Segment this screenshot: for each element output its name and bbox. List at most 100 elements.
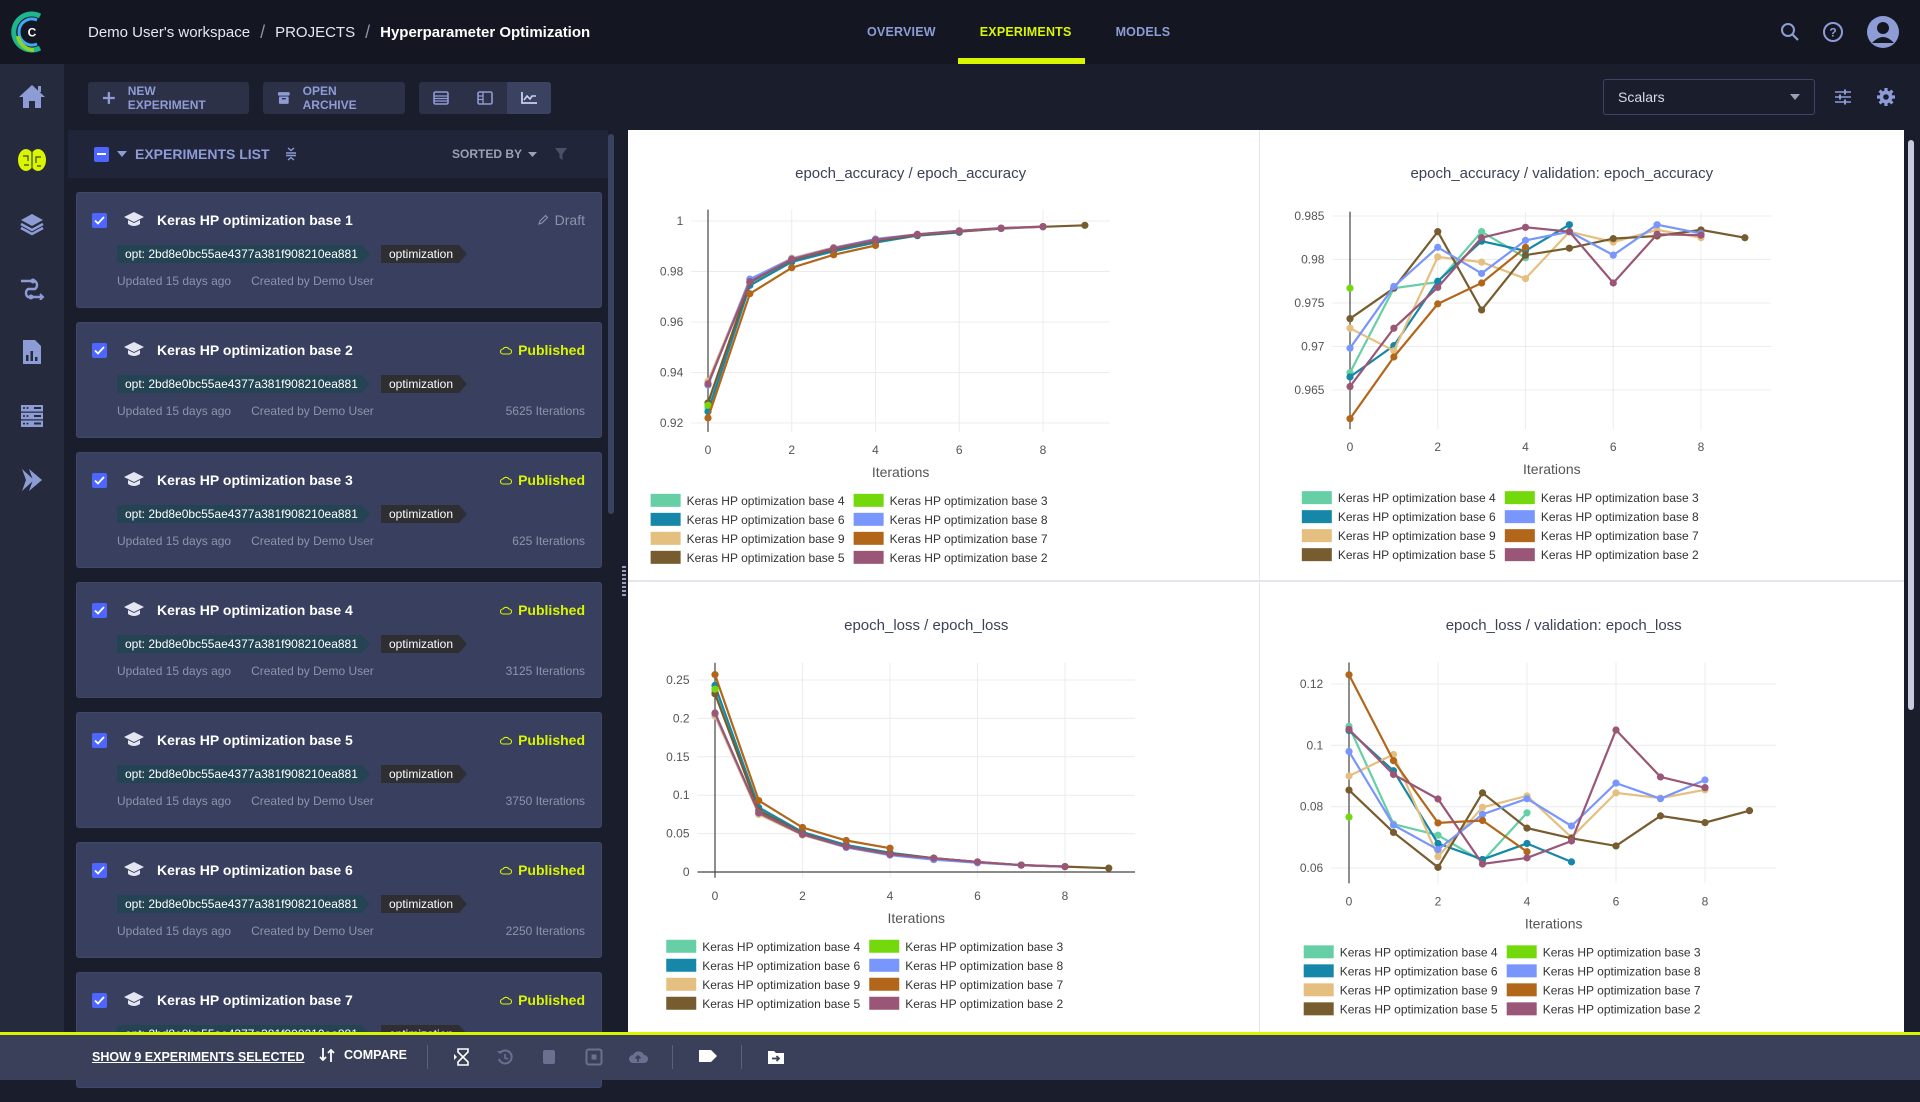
list-scrollbar[interactable] bbox=[608, 134, 614, 514]
data-point[interactable] bbox=[788, 255, 796, 263]
help-icon[interactable]: ? bbox=[1822, 21, 1844, 43]
experiment-checkbox[interactable] bbox=[92, 213, 107, 228]
data-point[interactable] bbox=[1701, 819, 1709, 827]
move-to-project-icon[interactable] bbox=[767, 1048, 785, 1066]
data-point[interactable] bbox=[1039, 222, 1047, 231]
experiment-tag[interactable]: optimization bbox=[381, 765, 467, 783]
data-point[interactable] bbox=[1061, 863, 1069, 871]
settings-sliders-icon[interactable] bbox=[1834, 89, 1852, 105]
data-point[interactable] bbox=[1612, 726, 1620, 734]
data-point[interactable] bbox=[1346, 382, 1354, 391]
data-point[interactable] bbox=[746, 290, 754, 298]
data-point[interactable] bbox=[1745, 807, 1754, 815]
data-point[interactable] bbox=[1656, 773, 1665, 781]
gear-icon[interactable] bbox=[1876, 87, 1896, 107]
experiment-name[interactable]: Keras HP optimization base 2 bbox=[157, 342, 353, 358]
series-line[interactable] bbox=[713, 685, 978, 864]
search-icon[interactable] bbox=[1780, 22, 1800, 42]
sidebar-item-home[interactable] bbox=[0, 64, 64, 128]
sort-by-button[interactable]: SORTED BY bbox=[452, 147, 538, 161]
experiment-tag[interactable]: optimization bbox=[381, 375, 467, 393]
data-point[interactable] bbox=[1567, 858, 1576, 866]
breadcrumb-workspace[interactable]: Demo User's workspace bbox=[88, 24, 250, 41]
data-point[interactable] bbox=[1017, 861, 1025, 869]
data-point[interactable] bbox=[1346, 373, 1354, 381]
data-point[interactable] bbox=[1345, 747, 1353, 756]
legend-item[interactable]: Keras HP optimization base 9 bbox=[650, 531, 845, 546]
legend-item[interactable]: Keras HP optimization base 4 bbox=[650, 493, 845, 508]
legend-item[interactable]: Keras HP optimization base 8 bbox=[1504, 510, 1699, 524]
data-point[interactable] bbox=[1612, 842, 1620, 850]
publish-cloud-icon[interactable] bbox=[628, 1048, 648, 1066]
data-point[interactable] bbox=[1523, 848, 1531, 856]
legend-item[interactable]: Keras HP optimization base 9 bbox=[1301, 529, 1496, 543]
data-point[interactable] bbox=[1345, 786, 1353, 794]
data-point[interactable] bbox=[1345, 725, 1353, 733]
panel-resize-handle[interactable] bbox=[620, 566, 628, 596]
data-point[interactable] bbox=[1656, 812, 1665, 820]
sidebar-item-reports[interactable] bbox=[0, 320, 64, 384]
experiment-tag-opt[interactable]: opt: 2bd8e0bc55ae4377a381f908210ea881 bbox=[117, 375, 370, 393]
data-point[interactable] bbox=[1521, 223, 1530, 231]
sidebar-item-pipelines[interactable] bbox=[0, 256, 64, 320]
data-point[interactable] bbox=[1609, 235, 1617, 243]
app-logo[interactable]: C bbox=[0, 0, 64, 64]
experiment-card[interactable]: Keras HP optimization base 5 Published o… bbox=[76, 712, 602, 828]
data-point[interactable] bbox=[1521, 251, 1530, 259]
data-point[interactable] bbox=[1346, 324, 1354, 332]
experiment-checkbox[interactable] bbox=[92, 863, 107, 878]
data-point[interactable] bbox=[1434, 853, 1442, 861]
legend-item[interactable]: Keras HP optimization base 5 bbox=[650, 550, 845, 565]
data-point[interactable] bbox=[1434, 300, 1442, 308]
data-point[interactable] bbox=[830, 251, 838, 259]
series-line[interactable] bbox=[706, 224, 1085, 404]
data-point[interactable] bbox=[1701, 776, 1709, 784]
select-all-checkbox[interactable] bbox=[94, 146, 109, 162]
experiment-tag-opt[interactable]: opt: 2bd8e0bc55ae4377a381f908210ea881 bbox=[117, 505, 370, 523]
legend-item[interactable]: Keras HP optimization base 4 bbox=[1303, 945, 1498, 959]
data-point[interactable] bbox=[1478, 816, 1487, 825]
tab-overview[interactable]: OVERVIEW bbox=[845, 0, 958, 64]
data-point[interactable] bbox=[1345, 671, 1353, 679]
legend-item[interactable]: Keras HP optimization base 2 bbox=[853, 550, 1048, 565]
data-point[interactable] bbox=[1609, 279, 1617, 287]
data-point[interactable] bbox=[1434, 795, 1442, 803]
data-point[interactable] bbox=[1565, 244, 1573, 252]
data-point[interactable] bbox=[1346, 284, 1354, 292]
experiment-tag[interactable]: optimization bbox=[381, 505, 467, 523]
data-point[interactable] bbox=[1390, 282, 1398, 291]
data-point[interactable] bbox=[1389, 821, 1398, 829]
legend-item[interactable]: Keras HP optimization base 9 bbox=[1303, 983, 1498, 997]
data-point[interactable] bbox=[1565, 228, 1573, 236]
data-point[interactable] bbox=[755, 796, 763, 805]
experiment-tag[interactable]: optimization bbox=[381, 635, 467, 653]
data-point[interactable] bbox=[1346, 415, 1354, 423]
data-point[interactable] bbox=[1434, 846, 1442, 854]
data-point[interactable] bbox=[1523, 839, 1531, 848]
legend-item[interactable]: Keras HP optimization base 7 bbox=[869, 977, 1063, 992]
data-point[interactable] bbox=[1081, 221, 1089, 229]
data-point[interactable] bbox=[746, 278, 754, 286]
table-view-button[interactable] bbox=[419, 82, 463, 114]
data-point[interactable] bbox=[704, 380, 712, 388]
data-point[interactable] bbox=[1478, 258, 1486, 266]
experiment-tag-opt[interactable]: opt: 2bd8e0bc55ae4377a381f908210ea881 bbox=[117, 635, 370, 653]
experiment-tag-opt[interactable]: opt: 2bd8e0bc55ae4377a381f908210ea881 bbox=[117, 895, 370, 913]
legend-item[interactable]: Keras HP optimization base 7 bbox=[853, 531, 1048, 546]
experiment-checkbox[interactable] bbox=[92, 343, 107, 358]
experiment-checkbox[interactable] bbox=[92, 733, 107, 748]
legend-item[interactable]: Keras HP optimization base 6 bbox=[666, 958, 860, 973]
data-point[interactable] bbox=[1565, 221, 1573, 229]
data-point[interactable] bbox=[842, 843, 850, 851]
data-point[interactable] bbox=[842, 836, 850, 845]
data-point[interactable] bbox=[1478, 789, 1487, 797]
experiment-name[interactable]: Keras HP optimization base 5 bbox=[157, 732, 353, 748]
data-point[interactable] bbox=[1612, 779, 1620, 787]
legend-item[interactable]: Keras HP optimization base 6 bbox=[650, 512, 845, 527]
compare-charts-view-button[interactable] bbox=[507, 82, 551, 114]
data-point[interactable] bbox=[1345, 813, 1353, 821]
filter-icon[interactable] bbox=[554, 147, 568, 161]
sidebar-item-datasets[interactable] bbox=[0, 192, 64, 256]
data-point[interactable] bbox=[1609, 251, 1617, 259]
open-archive-button[interactable]: OPEN ARCHIVE bbox=[263, 82, 405, 114]
